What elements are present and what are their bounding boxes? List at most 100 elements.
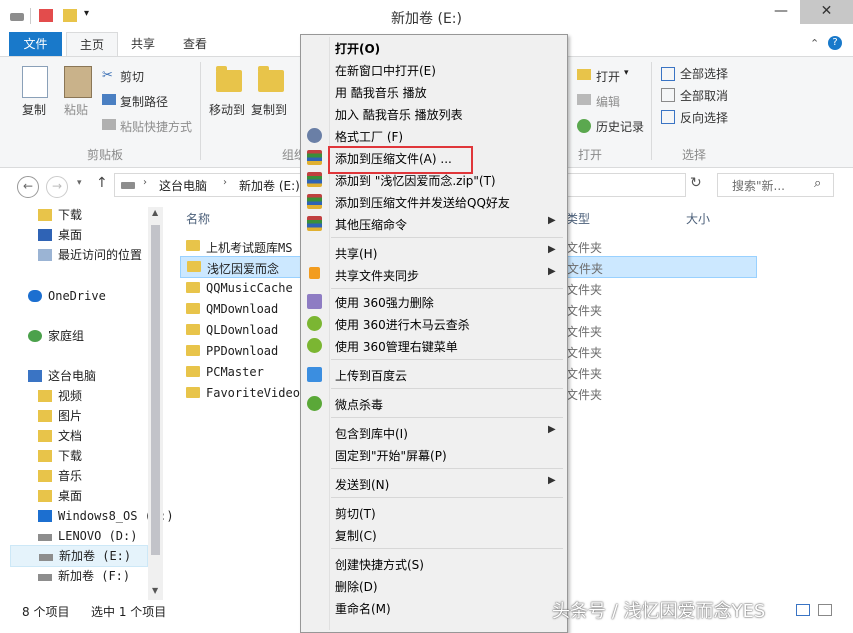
paste-button[interactable]: 粘贴 — [64, 101, 88, 118]
system-drive-icon — [38, 510, 52, 522]
folder-icon — [186, 303, 200, 314]
select-all-icon — [661, 67, 675, 81]
menu-item-share-sync[interactable]: 共享文件夹同步 ▶ — [301, 264, 567, 285]
menu-item-other-compress[interactable]: 其他压缩命令 ▶ — [301, 213, 567, 234]
menu-item-include-library[interactable]: 包含到库中(I) ▶ — [301, 422, 567, 443]
menu-item-open[interactable]: 打开(O) — [301, 37, 567, 58]
collapse-ribbon-icon[interactable]: ⌃ — [810, 37, 819, 50]
drive-icon — [38, 574, 52, 581]
select-group-label: 选择 — [682, 148, 707, 162]
menu-item-kuwo-play[interactable]: 用 酷我音乐 播放 — [301, 81, 567, 102]
menu-item-pin-start[interactable]: 固定到"开始"屏幕(P) — [301, 444, 567, 465]
drive-icon — [38, 534, 52, 541]
paste-icon — [64, 66, 92, 98]
menu-item-delete[interactable]: 删除(D) — [301, 575, 567, 596]
invert-selection-icon — [661, 110, 675, 124]
chevron-right-icon[interactable]: › — [143, 177, 147, 188]
forward-button[interactable]: → — [46, 176, 68, 198]
menu-item-baidu-cloud[interactable]: 上传到百度云 — [301, 364, 567, 385]
scroll-up-icon[interactable]: ▲ — [152, 208, 158, 217]
folder-icon — [186, 324, 200, 335]
column-header-name[interactable]: 名称 — [186, 210, 210, 227]
menu-item-360-delete[interactable]: 使用 360强力删除 — [301, 291, 567, 312]
menu-item-create-shortcut[interactable]: 创建快捷方式(S) — [301, 553, 567, 574]
menu-separator — [331, 359, 563, 360]
copy-button[interactable]: 复制 — [22, 101, 46, 118]
drive-icon — [39, 554, 53, 561]
menu-item-send-to[interactable]: 发送到(N) ▶ — [301, 473, 567, 494]
menu-item-cut[interactable]: 剪切(T) — [301, 502, 567, 523]
invert-selection-button[interactable]: 反向选择 — [680, 109, 728, 126]
help-icon[interactable]: ? — [828, 36, 842, 50]
menu-item-360-manage[interactable]: 使用 360管理右键菜单 — [301, 335, 567, 356]
folder-icon — [186, 240, 200, 251]
select-all-button[interactable]: 全部选择 — [680, 65, 728, 82]
move-to-button[interactable]: 移动到 — [209, 101, 245, 118]
menu-separator — [331, 417, 563, 418]
selection-count: 选中 1 个项目 — [91, 605, 167, 619]
open-button[interactable]: 打开 — [596, 68, 620, 85]
tab-view[interactable]: 查看 — [172, 32, 218, 56]
item-count: 8 个项目 — [22, 605, 70, 619]
chevron-right-icon[interactable]: › — [223, 177, 227, 188]
details-view-icon[interactable] — [796, 604, 810, 616]
tab-home[interactable]: 主页 — [66, 32, 118, 57]
menu-item-open-new-window[interactable]: 在新窗口中打开(E) — [301, 59, 567, 80]
copy-path-icon — [102, 94, 116, 105]
menu-item-weidian[interactable]: 微点杀毒 — [301, 393, 567, 414]
copy-to-button[interactable]: 复制到 — [251, 101, 287, 118]
edit-button[interactable]: 编辑 — [596, 93, 620, 110]
menu-item-copy[interactable]: 复制(C) — [301, 524, 567, 545]
download-folder-icon — [38, 450, 52, 462]
computer-icon — [28, 370, 42, 382]
tab-file[interactable]: 文件 — [9, 32, 62, 56]
cut-button[interactable]: 剪切 — [120, 68, 144, 85]
tab-share[interactable]: 共享 — [120, 32, 166, 56]
search-icon[interactable]: ⌕ — [814, 176, 821, 191]
winrar-icon — [307, 216, 322, 231]
breadcrumb-this-pc[interactable]: 这台电脑 — [159, 177, 207, 194]
menu-separator — [331, 388, 563, 389]
download-folder-icon — [38, 209, 52, 221]
paste-shortcut-button[interactable]: 粘贴快捷方式 — [120, 118, 192, 135]
select-none-button[interactable]: 全部取消 — [680, 87, 728, 104]
sync-icon — [309, 267, 320, 279]
recent-locations-icon[interactable]: ▾ — [77, 178, 82, 188]
documents-folder-icon — [38, 430, 52, 442]
360-scan-icon — [307, 316, 322, 331]
nav-item-drive-e[interactable]: 新加卷 (E:) — [10, 545, 148, 567]
menu-item-rename[interactable]: 重命名(M) — [301, 597, 567, 618]
submenu-arrow-icon: ▶ — [548, 215, 556, 226]
homegroup-icon — [28, 330, 42, 342]
large-icons-view-icon[interactable] — [818, 604, 832, 616]
refresh-icon[interactable]: ↻ — [690, 175, 702, 191]
paste-shortcut-icon — [102, 119, 116, 130]
close-button[interactable]: ✕ — [800, 0, 853, 24]
menu-separator — [331, 548, 563, 549]
menu-item-archive-send-qq[interactable]: 添加到压缩文件并发送给QQ好友 — [301, 191, 567, 212]
history-button[interactable]: 历史记录 — [596, 118, 644, 135]
menu-item-format-factory[interactable]: 格式工厂 (F) — [301, 125, 567, 146]
dropdown-arrow-icon[interactable]: ▾ — [624, 68, 629, 78]
desktop-icon — [38, 229, 52, 241]
context-menu: 打开(O) 在新窗口中打开(E) 用 酷我音乐 播放 加入 酷我音乐 播放列表 … — [300, 34, 568, 633]
onedrive-icon — [28, 290, 42, 302]
search-box[interactable]: 搜索"新... ⌕ — [717, 173, 834, 197]
divider — [200, 62, 201, 160]
move-to-icon — [216, 66, 242, 92]
up-button[interactable]: ↑ — [96, 175, 108, 191]
copy-path-button[interactable]: 复制路径 — [120, 93, 168, 110]
scroll-down-icon[interactable]: ▼ — [152, 586, 158, 595]
breadcrumb-drive-e[interactable]: 新加卷 (E:) — [239, 177, 300, 194]
column-header-type[interactable]: 类型 — [566, 210, 590, 227]
submenu-arrow-icon: ▶ — [548, 244, 556, 255]
search-input[interactable]: 搜索"新... — [732, 177, 785, 194]
nav-scrollbar-thumb[interactable] — [151, 225, 160, 555]
column-header-size[interactable]: 大小 — [686, 210, 710, 227]
360-delete-icon — [307, 294, 322, 309]
desktop-folder-icon — [38, 490, 52, 502]
menu-item-share[interactable]: 共享(H) ▶ — [301, 242, 567, 263]
menu-item-kuwo-playlist[interactable]: 加入 酷我音乐 播放列表 — [301, 103, 567, 124]
menu-item-360-scan[interactable]: 使用 360进行木马云查杀 — [301, 313, 567, 334]
back-button[interactable]: ← — [17, 176, 39, 198]
